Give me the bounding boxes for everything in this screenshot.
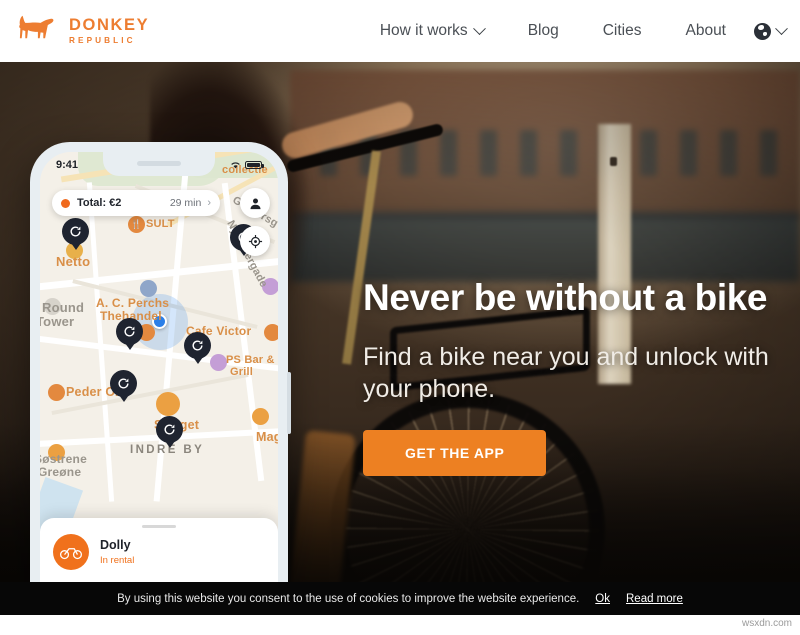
bicycle-icon — [60, 548, 82, 560]
status-time: 9:41 — [56, 159, 79, 171]
site-header: DONKEY REPUBLIC How it works Blog Cities… — [0, 0, 800, 62]
refresh-icon — [192, 340, 203, 351]
cookie-message: By using this website you consent to the… — [117, 592, 580, 605]
logo-text: DONKEY REPUBLIC — [69, 17, 149, 45]
hero-subtitle: Find a bike near you and unlock with you… — [363, 342, 769, 403]
total-label: Total: €2 — [77, 197, 122, 209]
nav-item-blog[interactable]: Blog — [506, 22, 581, 40]
bike-name: Dolly — [100, 538, 131, 553]
poi-marker[interactable] — [210, 354, 227, 371]
hero-copy: Never be without a bike Find a bike near… — [363, 277, 793, 476]
bike-pin[interactable] — [116, 318, 143, 345]
page-root: DONKEY REPUBLIC How it works Blog Cities… — [0, 0, 800, 635]
wifi-icon — [231, 162, 240, 169]
bike-pin[interactable] — [156, 416, 183, 443]
map-label: Greøne — [40, 465, 82, 479]
phone-status-bar: 9:41 — [40, 154, 278, 176]
cookie-ok-button[interactable]: Ok — [595, 593, 610, 605]
nav-label: Cities — [602, 22, 642, 39]
refresh-icon — [124, 326, 135, 337]
poi-marker[interactable]: 🍴 — [128, 216, 145, 233]
bike-avatar — [53, 534, 89, 570]
map-label: Tower — [40, 314, 75, 329]
poi-marker[interactable] — [48, 384, 65, 401]
map-label: A. C. Perchs — [96, 296, 170, 310]
get-the-app-button[interactable]: GET THE APP — [363, 429, 547, 476]
refresh-icon — [70, 226, 81, 237]
bike-status: In rental — [100, 554, 135, 566]
nav-item-cities[interactable]: Cities — [581, 22, 664, 40]
cookie-consent-bar: By using this website you consent to the… — [0, 582, 800, 615]
bike-control-sheet: Dolly In rental Unlock — [40, 518, 278, 582]
chevron-right-icon: › — [207, 197, 211, 209]
logo-line-2: REPUBLIC — [69, 35, 136, 45]
poi-marker[interactable] — [140, 280, 157, 297]
logo-line-1: DONKEY — [69, 16, 150, 35]
nav-label: How it works — [379, 22, 468, 39]
locate-crosshair-icon — [248, 234, 262, 248]
donkey-icon — [19, 15, 54, 39]
logo[interactable]: DONKEY REPUBLIC — [14, 13, 149, 49]
bike-info: Dolly In rental — [100, 538, 134, 566]
chevron-down-icon — [472, 21, 486, 35]
total-duration: 29 min — [169, 197, 202, 209]
avatar-icon — [250, 198, 260, 209]
chevron-down-icon — [775, 21, 788, 35]
map-label: Netto — [56, 254, 91, 269]
watermark: wsxdn.com — [741, 618, 792, 629]
sheet-drag-handle[interactable] — [142, 525, 176, 528]
bike-pin[interactable] — [62, 218, 89, 245]
map-label: PS Bar & — [226, 354, 275, 366]
bike-summary-row: Dolly In rental — [53, 534, 265, 570]
hero-title: Never be without a bike — [363, 277, 768, 318]
hero-section: Never be without a bike Find a bike near… — [0, 62, 800, 582]
main-nav: How it works Blog Cities About — [358, 0, 788, 62]
map-label: Round — [42, 300, 85, 315]
refresh-icon — [164, 424, 175, 435]
phone-screen: 🍴 collectie SULT Netto Round ower A. C. … — [40, 152, 278, 582]
poi-marker[interactable] — [252, 408, 269, 425]
status-indicators — [230, 160, 264, 170]
nav-item-how-it-works[interactable]: How it works — [358, 21, 506, 40]
map-label: SULT — [146, 218, 175, 230]
map-label: Søstrene — [40, 452, 87, 466]
language-selector[interactable] — [748, 21, 788, 40]
poi-marker[interactable] — [156, 392, 180, 416]
phone-mockup: 🍴 collectie SULT Netto Round ower A. C. … — [30, 142, 291, 582]
map-label: Grill — [230, 366, 254, 378]
total-cost-card[interactable]: Total: €2 29 min › — [52, 190, 220, 216]
battery-icon — [245, 160, 264, 170]
poi-marker[interactable] — [264, 324, 278, 341]
profile-button[interactable] — [240, 188, 270, 218]
nav-label: About — [685, 22, 726, 39]
refresh-icon — [118, 378, 129, 389]
nav-label: Blog — [527, 22, 559, 39]
locate-me-button[interactable] — [240, 226, 270, 256]
bike-pin[interactable] — [110, 370, 137, 397]
bike-pin[interactable] — [184, 332, 211, 359]
map-label: Mag — [256, 430, 278, 444]
status-dot — [61, 198, 70, 208]
cookie-read-more-link[interactable]: Read more — [626, 593, 683, 605]
phone-side-button[interactable] — [287, 372, 291, 434]
globe-icon — [754, 22, 771, 40]
nav-item-about[interactable]: About — [663, 22, 748, 40]
